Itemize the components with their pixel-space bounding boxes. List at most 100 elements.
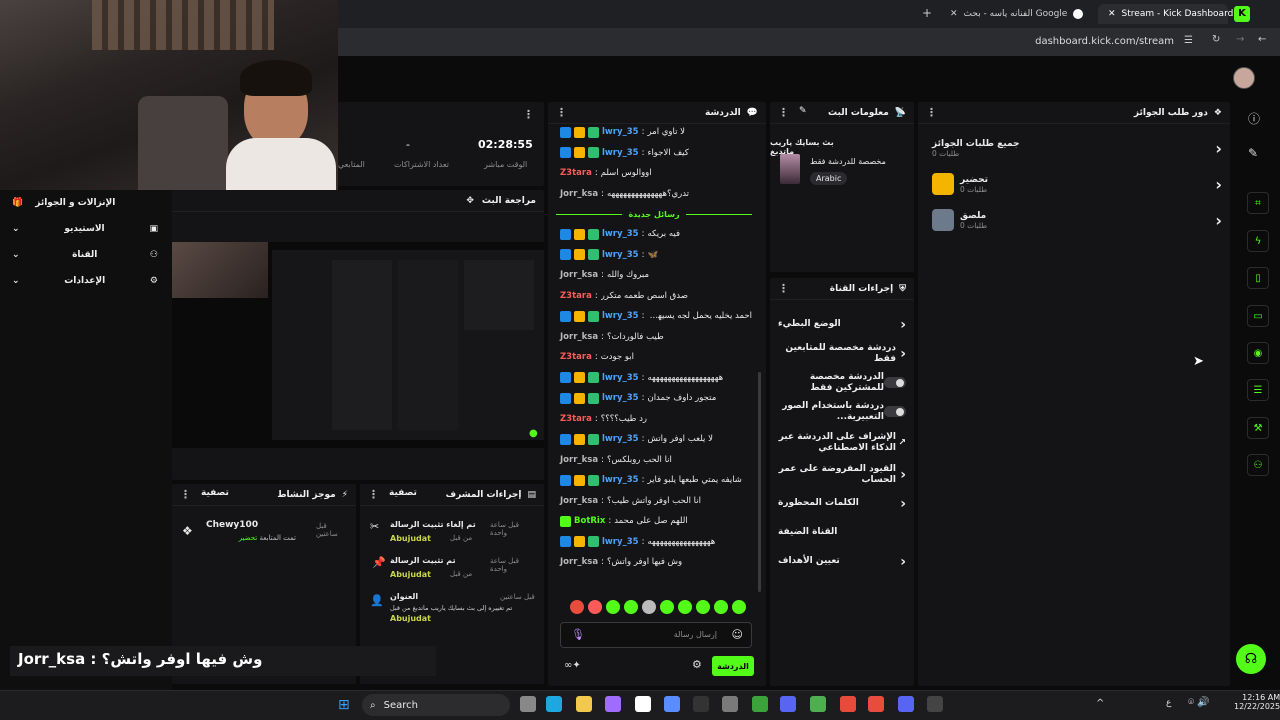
chat-message[interactable]: Jorr_ksa: انا الحب روبلكس؟ <box>548 450 758 471</box>
channel-action-item[interactable]: الدردشة مخصصة للمشتركين فقط <box>770 368 914 397</box>
list-icon[interactable]: ☰ <box>1247 379 1269 401</box>
emote-icon[interactable] <box>588 600 602 614</box>
channel-action-item[interactable]: دردشة مخصصة للمتابعين فقط › <box>770 339 914 368</box>
chat-username[interactable]: lwry_35 <box>602 373 639 383</box>
emoji-icon[interactable]: ☺ <box>732 628 743 641</box>
chat-message[interactable]: lwry_35: لا يلعب اوفر واتش <box>548 429 758 450</box>
sidebar-item-rewards[interactable]: 🎁 الإنزالات و الجوائز <box>0 190 172 216</box>
chat-message[interactable]: Jorr_ksa: تدري؟ههههههههههههههه <box>548 184 758 205</box>
emote-icon[interactable] <box>606 600 620 614</box>
wrench-icon[interactable]: ⚒ <box>1247 417 1269 439</box>
input-language[interactable]: ع <box>1166 698 1171 708</box>
reward-item[interactable]: ملصق طلبات 0 › <box>918 202 1230 238</box>
chat-message[interactable]: BotRix: اللهم صل على محمد <box>548 511 758 532</box>
mic-icon[interactable]: 🎙 <box>571 628 585 641</box>
chat-message[interactable]: lwry_35: كيف الاجواء <box>548 143 758 164</box>
chat-message[interactable]: Z3tara: رد طيب؟؟؟؟ <box>548 409 758 430</box>
chat-message[interactable]: lwry_35:احمد يخليه يحمل لجه يسيها ويخفيه… <box>548 306 758 327</box>
discord-icon[interactable] <box>780 696 796 712</box>
expand-icon[interactable]: ✥ <box>466 196 474 206</box>
chat-username[interactable]: Jorr_ksa <box>560 496 598 506</box>
chat-username[interactable]: lwry_35 <box>602 537 639 547</box>
chat-input[interactable]: إرسال رسالة 🎙 ☺ <box>560 622 752 648</box>
chat-username[interactable]: lwry_35 <box>602 434 639 444</box>
minecraft-icon[interactable] <box>752 696 768 712</box>
channel-action-item[interactable]: الإشراف على الدردشة عبر الذكاء الاصطناعي… <box>770 426 914 460</box>
channel-action-item[interactable]: الوضع البطيء › <box>770 310 914 339</box>
wifi-icon[interactable]: ⌾ 🔊 <box>1188 697 1210 708</box>
avatar[interactable] <box>1233 67 1255 89</box>
chat-bubble-icon[interactable]: ▭ <box>1247 305 1269 327</box>
channel-action-item[interactable]: تعيين الأهداف › <box>770 547 914 576</box>
pencil-icon[interactable]: ✎ <box>1248 146 1258 160</box>
tray-chevron-icon[interactable]: ^ <box>1096 698 1104 709</box>
chat-message[interactable]: Jorr_ksa: انا الحب اوفر واتش طيب؟ <box>548 491 758 512</box>
terminal-icon[interactable] <box>927 696 943 712</box>
chat-username[interactable]: Jorr_ksa <box>560 455 598 465</box>
chat-message[interactable]: lwry_35: لا تاوي امر <box>548 122 758 143</box>
chat-username[interactable]: Jorr_ksa <box>560 270 598 280</box>
sidebar-item-studio[interactable]: ⌄ الاستيديو ▣ <box>0 216 172 242</box>
chat-username[interactable]: BotRix <box>574 516 605 526</box>
edge-icon[interactable] <box>546 696 562 712</box>
chat-username[interactable]: lwry_35 <box>602 475 639 485</box>
chat-username[interactable]: Jorr_ksa <box>560 332 598 342</box>
sidebar-item-settings[interactable]: ⌄ الإعدادات ⚙ <box>0 268 172 294</box>
more-icon[interactable]: ⋮ <box>523 108 534 121</box>
chat-message[interactable]: lwry_35: شايفه يمتي طبعها يلبو فاير <box>548 470 758 491</box>
emote-icon[interactable] <box>732 600 746 614</box>
emote-icon[interactable] <box>678 600 692 614</box>
tab-kick-dashboard[interactable]: ✕ Stream - Kick Dashboard <box>1098 4 1233 24</box>
close-icon[interactable]: ✕ <box>950 9 958 19</box>
mod-tools-icon[interactable]: ∞✦ <box>564 660 581 671</box>
more-icon[interactable]: ⋮ <box>778 282 789 295</box>
chat-scrollbar[interactable] <box>758 372 761 592</box>
emote-icon[interactable] <box>660 600 674 614</box>
tune-icon[interactable]: ☰ <box>1184 35 1193 46</box>
chat-username[interactable]: Z3tara <box>560 352 592 362</box>
chat-message[interactable]: Z3tara: صدق اسص طعمه متكرر <box>548 286 758 307</box>
more-icon[interactable]: ⋮ <box>180 488 191 501</box>
filter-button[interactable]: تصفية <box>389 488 417 501</box>
focus-icon[interactable]: ⌗ <box>1247 192 1269 214</box>
chat-message[interactable]: lwry_35: ههههههههههههههههههه <box>548 368 758 389</box>
chat-username[interactable]: Jorr_ksa <box>560 189 598 199</box>
close-icon[interactable]: ✕ <box>1108 9 1116 19</box>
windows-start-icon[interactable]: ⊞ <box>338 697 350 713</box>
chat-message[interactable]: lwry_35: ههههههههههههههههه <box>548 532 758 553</box>
sidebar-item-channel[interactable]: ⌄ القناة ⚇ <box>0 242 172 268</box>
chat-username[interactable]: lwry_35 <box>602 311 639 321</box>
reward-item[interactable]: تحضير طلبات 0 › <box>918 166 1230 202</box>
chat-username[interactable]: lwry_35 <box>602 229 639 239</box>
chat-message[interactable]: Z3tara: اووالوس اسلم <box>548 163 758 184</box>
taskbar-search[interactable]: ⌕ Search <box>362 694 510 716</box>
store-icon[interactable] <box>635 696 651 712</box>
stream-video[interactable]: ● <box>172 242 544 448</box>
clock[interactable]: 12:16 AM 12/22/2025 <box>1234 693 1280 711</box>
channel-action-item[interactable]: القيود المفروضة على عمر الحساب › <box>770 460 914 489</box>
chat-username[interactable]: lwry_35 <box>602 148 639 158</box>
toggle-switch[interactable] <box>884 406 906 417</box>
chat-username[interactable]: lwry_35 <box>602 250 639 260</box>
chatgpt-icon[interactable] <box>722 696 738 712</box>
document-icon[interactable]: ▯ <box>1247 267 1269 289</box>
toggle-switch[interactable] <box>884 377 906 388</box>
emote-icon[interactable] <box>714 600 728 614</box>
chat-username[interactable]: Z3tara <box>560 414 592 424</box>
channel-action-item[interactable]: دردشة باستخدام الصور التعبيرية... <box>770 397 914 426</box>
emote-icon[interactable] <box>570 600 584 614</box>
forward-icon[interactable]: → <box>1236 34 1244 45</box>
more-icon[interactable]: ⋮ <box>926 106 937 119</box>
obs-icon[interactable] <box>693 696 709 712</box>
emote-icon[interactable] <box>642 600 656 614</box>
chat-message[interactable]: lwry_35: فيه بريكه <box>548 224 758 245</box>
file-explorer-icon[interactable] <box>576 696 592 712</box>
more-icon[interactable]: ⋮ <box>556 106 567 119</box>
emote-icon[interactable] <box>696 600 710 614</box>
chrome-icon[interactable] <box>810 696 826 712</box>
edit-icon[interactable]: ✎ <box>799 106 807 119</box>
channel-action-item[interactable]: الكلمات المحظورة › <box>770 489 914 518</box>
filter-button[interactable]: تصفية <box>201 488 229 501</box>
gear-icon[interactable]: ⚙ <box>692 658 702 671</box>
emote-icon[interactable] <box>624 600 638 614</box>
